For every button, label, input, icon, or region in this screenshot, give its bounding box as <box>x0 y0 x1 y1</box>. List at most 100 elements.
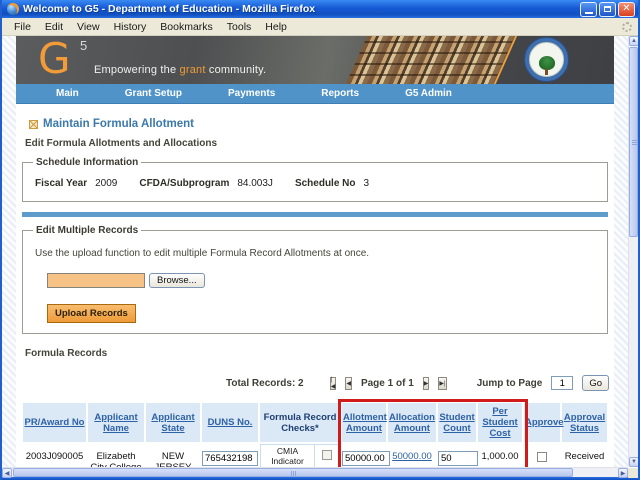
col-header-pr-award-no[interactable]: PR/Award No <box>23 403 86 442</box>
page-subtitle: Edit Formula Allotments and Allocations <box>25 138 609 149</box>
jump-to-page-input[interactable] <box>551 376 573 390</box>
edit-multiple-records-fieldset: Edit Multiple Records Use the upload fun… <box>22 225 608 334</box>
edit-multiple-records-legend: Edit Multiple Records <box>33 225 141 236</box>
approval-status-cell: Received <box>562 444 607 467</box>
col-header-approve[interactable]: Approve <box>524 403 560 442</box>
scrollbar-corner <box>628 468 638 478</box>
scroll-left-icon[interactable]: ◀ <box>2 468 12 478</box>
vertical-scroll-thumb[interactable] <box>629 47 638 237</box>
prev-page-button[interactable]: ◀ <box>345 377 352 390</box>
section-divider <box>22 212 608 217</box>
nav-main[interactable]: Main <box>56 88 79 99</box>
minimize-icon <box>585 12 593 14</box>
browse-button[interactable]: Browse... <box>149 273 205 288</box>
gear-throbber-icon <box>622 22 632 32</box>
page-indicator: Page 1 of 1 <box>361 378 414 389</box>
allocation-amount-cell: 50000.00 <box>388 444 436 467</box>
col-header-allocation-amount[interactable]: Allocation Amount <box>388 403 436 442</box>
main-nav: Main Grant Setup Payments Reports G5 Adm… <box>16 84 614 104</box>
file-path-input[interactable] <box>47 273 145 288</box>
menu-view[interactable]: View <box>71 20 106 34</box>
seal-tree-icon <box>539 56 555 70</box>
student-count-input[interactable] <box>438 451 478 466</box>
formula-records-table: PR/Award No Applicant Name Applicant Sta… <box>21 401 609 467</box>
nav-reports[interactable]: Reports <box>321 88 359 99</box>
scroll-up-icon[interactable]: ▲ <box>629 36 638 46</box>
go-button[interactable]: Go <box>582 375 609 391</box>
applicant-name-cell: Elizabeth City College <box>88 444 144 467</box>
menu-history[interactable]: History <box>108 20 153 34</box>
g5-logo-five: 5 <box>80 38 87 53</box>
nav-payments[interactable]: Payments <box>228 88 275 99</box>
student-count-cell <box>438 444 476 467</box>
allocation-amount-link[interactable]: 50000.00 <box>392 451 432 462</box>
cmia-indicator-checkbox[interactable] <box>322 450 332 460</box>
title-bar: Welcome to G5 - Department of Education … <box>2 0 638 18</box>
banner-tagline: Empowering the grant community. <box>94 64 266 76</box>
upload-records-button[interactable]: Upload Records <box>47 304 136 323</box>
restore-button[interactable] <box>599 2 616 17</box>
first-page-button[interactable]: |◀ <box>330 377 337 390</box>
schedule-no-label: Schedule No <box>295 178 356 189</box>
page-content: Maintain Formula Allotment Edit Formula … <box>16 104 614 467</box>
pagination-bar: Total Records: 2 |◀ ◀ Page 1 of 1 ▶ ▶| J… <box>226 375 609 391</box>
allotment-amount-input[interactable] <box>342 451 390 466</box>
page-title: Maintain Formula Allotment <box>43 118 194 130</box>
col-header-student-count[interactable]: Student Count <box>438 403 476 442</box>
jump-to-page-label: Jump to Page <box>477 378 543 389</box>
horizontal-scrollbar[interactable]: ◀ ▶ <box>2 467 628 477</box>
pr-award-no-cell: 2003J090005 <box>23 444 86 467</box>
close-button[interactable]: ✕ <box>618 2 635 17</box>
browser-viewport: G 5 Empowering the grant community. Main… <box>2 36 638 467</box>
duns-input[interactable] <box>202 451 258 466</box>
schedule-no-value: 3 <box>364 178 370 189</box>
restore-icon <box>604 6 611 12</box>
nav-grant-setup[interactable]: Grant Setup <box>125 88 182 99</box>
col-header-per-student-cost[interactable]: Per Student Cost <box>478 403 522 442</box>
col-header-applicant-state[interactable]: Applicant State <box>146 403 200 442</box>
nav-g5-admin[interactable]: G5 Admin <box>405 88 452 99</box>
col-header-allotment-amount[interactable]: Allotment Amount <box>342 403 386 442</box>
col-header-formula-record-checks: Formula Record Checks* <box>260 403 340 442</box>
cmia-indicator-label: CMIA Indicator <box>261 445 315 468</box>
menu-tools[interactable]: Tools <box>221 20 258 34</box>
horizontal-scroll-thumb[interactable] <box>13 468 573 477</box>
upload-instruction: Use the upload function to edit multiple… <box>35 248 599 259</box>
cfda-subprogram-value: 84.003J <box>237 178 273 189</box>
department-of-education-seal-icon <box>524 37 569 82</box>
close-icon: ✕ <box>622 4 630 14</box>
per-student-cost-cell: 1,000.00 <box>478 444 522 467</box>
last-page-button[interactable]: ▶| <box>438 377 446 390</box>
menu-bookmarks[interactable]: Bookmarks <box>154 20 219 34</box>
next-page-button[interactable]: ▶ <box>423 377 430 390</box>
formula-records-title: Formula Records <box>25 348 609 359</box>
col-header-applicant-name[interactable]: Applicant Name <box>88 403 144 442</box>
menu-bar: File Edit View History Bookmarks Tools H… <box>2 18 638 36</box>
minimize-button[interactable] <box>580 2 597 17</box>
schedule-information-legend: Schedule Information <box>33 157 141 168</box>
col-header-duns-no[interactable]: DUNS No. <box>202 403 258 442</box>
approve-cell <box>524 444 560 467</box>
schedule-information-fieldset: Schedule Information Fiscal Year 2009 CF… <box>22 157 608 202</box>
g5-banner: G 5 Empowering the grant community. <box>16 36 614 84</box>
approve-checkbox[interactable] <box>537 452 547 462</box>
scroll-right-icon[interactable]: ▶ <box>618 468 628 478</box>
menu-edit[interactable]: Edit <box>39 20 69 34</box>
allotment-amount-cell <box>342 444 386 467</box>
table-row: 2003J090005 Elizabeth City College NEW J… <box>23 444 607 467</box>
scroll-down-icon[interactable]: ▼ <box>629 457 638 467</box>
window-title: Welcome to G5 - Department of Education … <box>23 3 580 15</box>
firefox-window: Welcome to G5 - Department of Education … <box>0 0 640 480</box>
col-header-approval-status[interactable]: Approval Status <box>562 403 607 442</box>
g5-logo: G <box>38 36 71 82</box>
menu-file[interactable]: File <box>8 20 37 34</box>
total-records-label: Total Records: 2 <box>226 378 304 389</box>
cfda-subprogram-label: CFDA/Subprogram <box>139 178 229 189</box>
x-square-bullet-icon <box>29 120 38 129</box>
fiscal-year-label: Fiscal Year <box>35 178 87 189</box>
bookshelf-photo <box>343 36 519 84</box>
vertical-scrollbar[interactable]: ▲ ▼ <box>628 36 638 467</box>
firefox-icon <box>7 3 19 15</box>
duns-no-cell <box>202 444 258 467</box>
menu-help[interactable]: Help <box>259 20 293 34</box>
